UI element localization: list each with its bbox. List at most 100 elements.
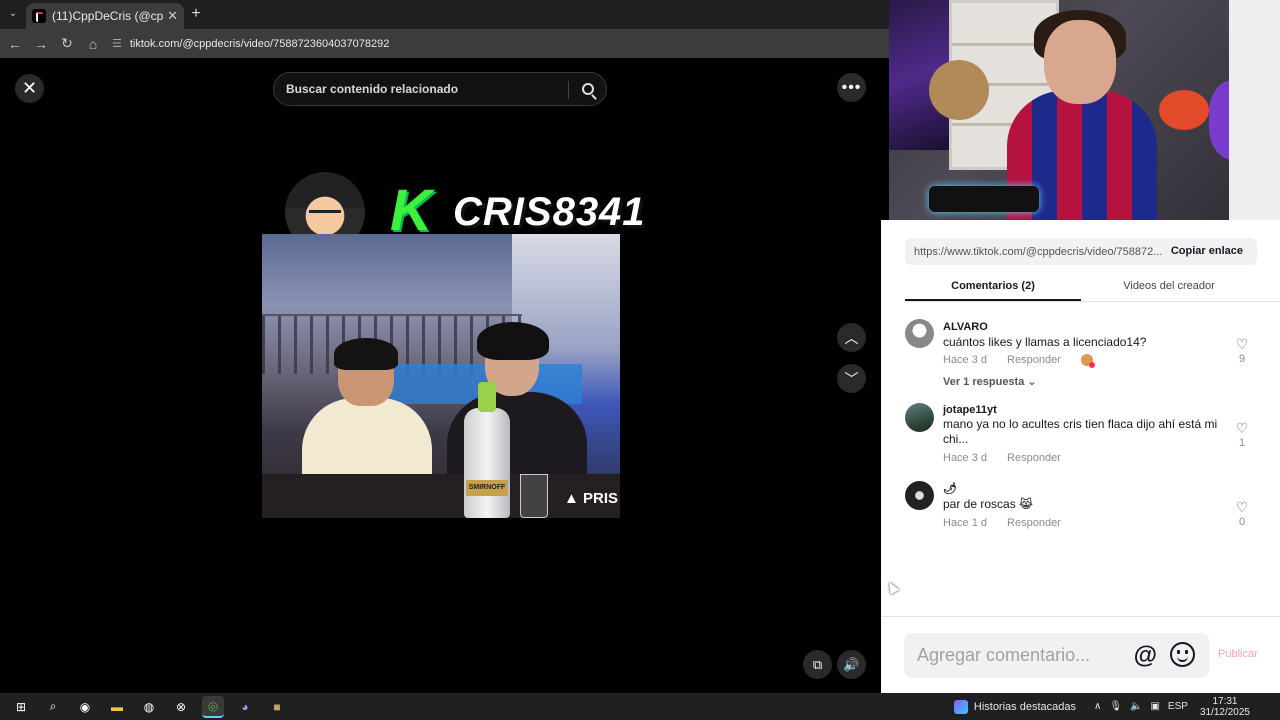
mention-icon[interactable]: @	[1134, 642, 1157, 670]
commenter-avatar[interactable]	[905, 481, 934, 510]
tab-title: (11)CppDeCris (@cppdecris	[52, 9, 164, 23]
url-text: tiktok.com/@cppdecris/video/758872360403…	[129, 37, 390, 50]
taskbar-clock[interactable]: 17:31 31/12/2025	[1200, 696, 1250, 718]
pip-button[interactable]: ⧉	[803, 650, 832, 679]
video-glass	[520, 474, 548, 518]
comment-meta: Hace 3 d Responder	[943, 354, 1095, 368]
panel-tabs: Comentarios (2) Videos del creador	[905, 272, 1280, 302]
comment-item: ALVARO cuántos likes y llamas a licencia…	[905, 319, 1260, 389]
comment-meta: Hace 3 d Responder	[943, 452, 1061, 464]
emoji-icon[interactable]	[1170, 642, 1195, 667]
creator-liked-avatar	[1080, 354, 1095, 368]
next-video-button[interactable]: ﹀	[837, 364, 866, 393]
chevron-down-icon: ﹀	[844, 370, 859, 387]
forward-icon[interactable]: →	[30, 36, 52, 52]
commenter-avatar[interactable]	[905, 319, 934, 348]
commenter-avatar[interactable]	[905, 403, 934, 432]
like-count: 9	[1238, 353, 1246, 365]
share-link-box: https://www.tiktok.com/@cppdecris/video/…	[905, 238, 1257, 265]
close-tab-icon[interactable]: ✕	[167, 8, 178, 24]
heart-icon: ♡	[1235, 420, 1249, 436]
copy-link-button[interactable]: Copiar enlace	[1171, 245, 1243, 257]
comment-text: par de roscas 😹	[943, 497, 1034, 511]
obs-icon[interactable]: ◉	[74, 696, 96, 718]
home-icon[interactable]: ⌂	[82, 36, 104, 52]
previous-video-button[interactable]: ︿	[837, 323, 866, 352]
tray-overflow-icon[interactable]: ∧	[1094, 701, 1101, 712]
comment-text: mano ya no lo acultes cris tien flaca di…	[943, 417, 1218, 446]
speaker-icon[interactable]: 🔈	[1130, 701, 1142, 712]
comment-item: jotape11yt mano ya no lo acultes cris ti…	[905, 403, 1260, 465]
chevron-up-icon: ︿	[844, 329, 859, 346]
close-video-button[interactable]: ✕	[15, 74, 44, 103]
search-placeholder: Buscar contenido relacionado	[286, 82, 459, 96]
chrome-icon[interactable]: ◎	[202, 695, 224, 718]
windows-start-icon[interactable]: ⊞	[10, 696, 32, 718]
windows-taskbar: ⊞ ⌕ ◉ ▬ ◍ ⊗ ◎ ◕ ■ Historias destacadas ∧…	[0, 693, 1280, 720]
news-widget-icon	[953, 699, 968, 714]
commenter-name[interactable]: jotape11yt	[943, 404, 997, 416]
video-frame[interactable]: SMIRNOFF ▲ PRIS	[262, 234, 620, 518]
video-watermark: ▲ PRIS	[564, 490, 619, 507]
comment-input[interactable]: Agregar comentario... @	[904, 633, 1209, 678]
site-info-icon[interactable]: ☰	[112, 37, 122, 50]
like-button[interactable]: ♡ 1	[1232, 420, 1252, 449]
browser-tab-bar: ⌄ (11)CppDeCris (@cppdecris ✕ +	[0, 0, 889, 29]
webcam-overlay	[889, 0, 1280, 220]
minecraft-icon[interactable]: ■	[266, 696, 288, 718]
view-replies-button[interactable]: Ver 1 respuesta ⌄	[943, 375, 1037, 388]
video-bottle: SMIRNOFF	[464, 382, 510, 518]
comment-item: 🌶 par de roscas 😹 Hace 1 d Responder ♡ 0	[905, 481, 1260, 531]
url-field[interactable]: ☰ tiktok.com/@cppdecris/video/7588723604…	[112, 37, 390, 51]
heart-icon: ♡	[1235, 499, 1249, 515]
browser-tab[interactable]: (11)CppDeCris (@cppdecris ✕	[26, 3, 184, 29]
network-icon[interactable]: ▣	[1150, 701, 1159, 712]
news-widget[interactable]: Historias destacadas	[953, 699, 1076, 714]
address-bar: ← → ↻ ⌂ ☰ tiktok.com/@cppdecris/video/75…	[0, 29, 889, 58]
like-count: 1	[1238, 437, 1246, 449]
volume-button[interactable]: 🔊	[837, 650, 866, 679]
back-icon[interactable]: ←	[4, 36, 26, 52]
reply-button[interactable]: Responder	[1007, 354, 1061, 366]
ellipsis-icon: •••	[841, 78, 862, 96]
footer-divider	[881, 616, 1280, 617]
tab-search-chevron-icon[interactable]: ⌄	[4, 5, 22, 23]
publish-button[interactable]: Publicar	[1218, 648, 1258, 660]
tab-comments[interactable]: Comentarios (2)	[905, 272, 1081, 301]
more-options-button[interactable]: •••	[837, 73, 866, 102]
file-explorer-icon[interactable]: ▬	[106, 696, 128, 718]
comment-meta: Hace 1 d Responder	[943, 517, 1061, 529]
chevron-down-icon: ⌄	[1027, 376, 1037, 388]
heart-icon: ♡	[1235, 336, 1249, 352]
bottle-label: SMIRNOFF	[466, 480, 508, 496]
like-button[interactable]: ♡ 0	[1232, 499, 1252, 528]
like-count: 0	[1238, 516, 1246, 528]
related-search-input[interactable]: Buscar contenido relacionado	[273, 72, 607, 106]
share-link-url: https://www.tiktok.com/@cppdecris/video/…	[914, 245, 1163, 258]
discord-icon[interactable]: ◕	[234, 696, 256, 718]
close-icon: ✕	[21, 78, 38, 98]
game-launcher-icon[interactable]: ⊗	[170, 696, 192, 718]
comment-text: cuántos likes y llamas a licenciado14?	[943, 335, 1147, 349]
tiktok-favicon-icon	[32, 9, 46, 23]
commenter-name[interactable]: 🌶	[943, 482, 957, 495]
reload-icon[interactable]: ↻	[56, 35, 78, 52]
comment-time: Hace 3 d	[943, 354, 988, 366]
overlay-logo-k: K	[390, 178, 432, 243]
steam-icon[interactable]: ◍	[138, 696, 160, 718]
tab-creator-videos[interactable]: Videos del creador	[1081, 272, 1257, 301]
search-icon[interactable]	[582, 83, 594, 95]
commenter-name[interactable]: ALVARO	[943, 321, 988, 333]
new-tab-icon[interactable]: +	[188, 5, 204, 23]
clock-date: 31/12/2025	[1199, 706, 1250, 718]
taskbar-search-icon[interactable]: ⌕	[42, 696, 64, 718]
like-button[interactable]: ♡ 9	[1232, 336, 1252, 365]
reply-button[interactable]: Responder	[1007, 517, 1061, 529]
comment-time: Hace 3 d	[943, 452, 988, 464]
language-indicator[interactable]: ESP	[1168, 701, 1188, 712]
overlay-channel-name: CRIS8341	[453, 190, 646, 234]
comment-time: Hace 1 d	[943, 517, 988, 529]
avatar-eyes	[309, 210, 341, 218]
reply-button[interactable]: Responder	[1007, 452, 1061, 464]
microphone-icon[interactable]: 🎙	[1109, 701, 1122, 712]
